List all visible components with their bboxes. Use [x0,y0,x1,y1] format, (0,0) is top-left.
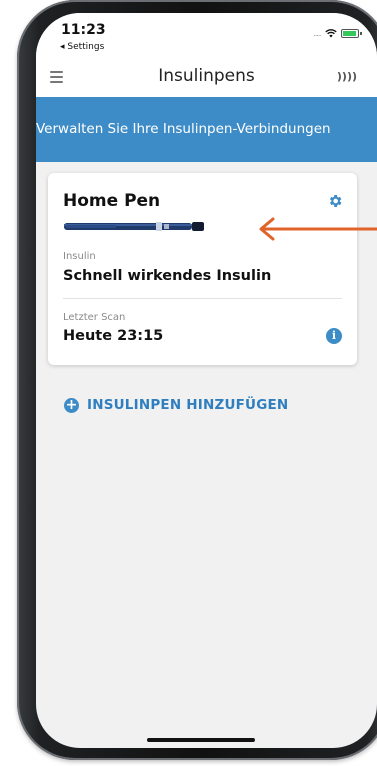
nfc-icon[interactable]: )))) [337,70,357,83]
last-scan-label: Letzter Scan [63,312,126,323]
insulin-pen-image [64,222,204,231]
pen-name: Home Pen [63,191,161,211]
back-to-settings-link[interactable]: ◂ Settings [60,42,104,52]
wifi-icon [325,29,337,38]
annotation-arrow-icon [259,217,377,241]
info-icon[interactable]: i [326,328,342,344]
status-icons: ..... [313,29,362,38]
signal-icon: ..... [313,29,322,38]
plus-circle-icon: + [64,396,79,413]
add-pen-label: INSULINPEN HINZUFÜGEN [87,397,289,413]
banner-text: Verwalten Sie Ihre Insulinpen-Verbindung… [36,121,331,137]
gear-icon[interactable] [327,193,343,209]
card-divider [63,298,342,299]
info-banner: Verwalten Sie Ihre Insulinpen-Verbindung… [36,97,377,162]
status-time: 11:23 [61,22,106,38]
insulin-label: Insulin [63,251,96,262]
status-bar: 11:23 ◂ Settings ..... [36,13,377,59]
app-screen: 11:23 ◂ Settings ..... Insulinpens )))) … [36,13,377,748]
page-title: Insulinpens [158,66,255,86]
last-scan-value: Heute 23:15 [63,328,164,344]
add-insulin-pen-button[interactable]: + INSULINPEN HINZUFÜGEN [64,397,288,413]
app-header: Insulinpens )))) [36,59,377,97]
insulin-value: Schnell wirkendes Insulin [63,268,272,284]
battery-icon [341,29,362,38]
pen-card[interactable]: Home Pen Insulin Schnell wirkendes Insul… [48,173,357,365]
home-indicator [147,738,255,742]
